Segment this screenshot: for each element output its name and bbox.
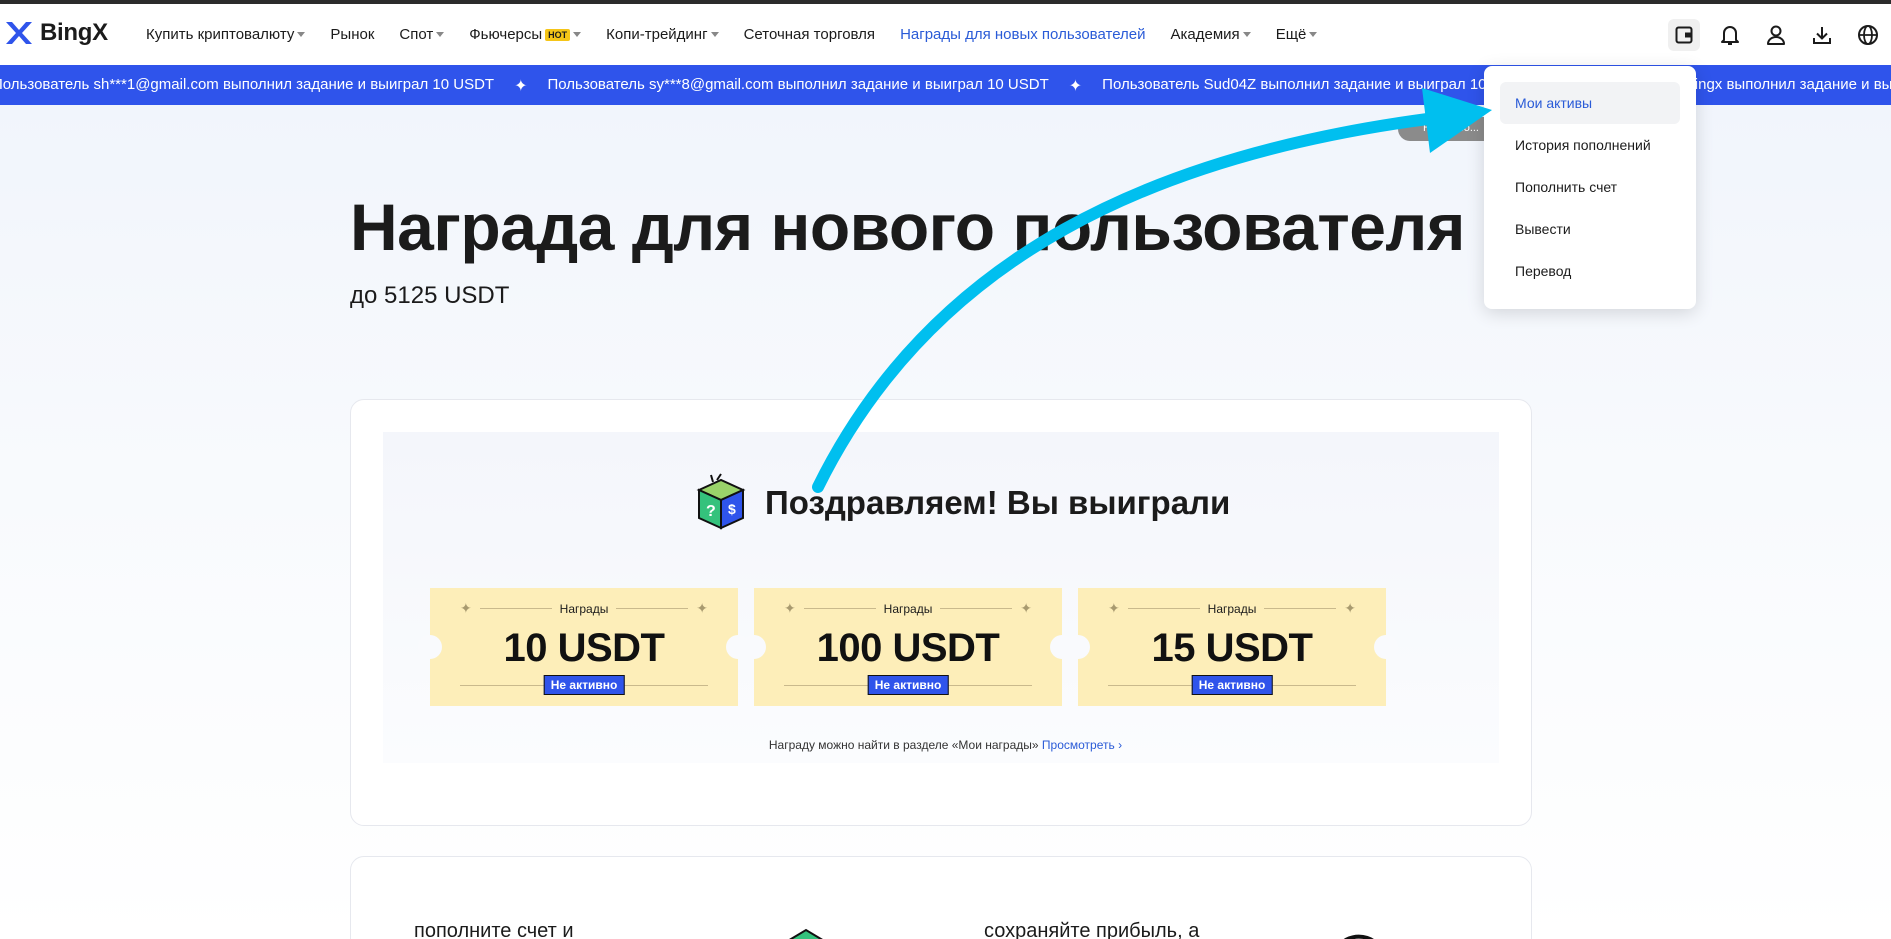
chevron-down-icon (573, 32, 582, 37)
page-title: Награда для нового пользователя (350, 190, 1465, 264)
bingx-logo[interactable]: BingX (4, 19, 108, 47)
logo-text: BingX (40, 19, 108, 46)
ticker-message: Пользователь sh***1@gmail.com выполнил з… (0, 76, 495, 93)
site-header: BingX Купить криптовалюту Рынок Спот Фью… (0, 4, 1891, 65)
reward-ticket: ✦ Награды ✦ 15 USDT Не активно (1066, 588, 1398, 706)
chevron-down-icon (436, 32, 445, 37)
sparkle-icon: ✦ (460, 600, 472, 616)
nav-label: Академия (1170, 26, 1240, 43)
ticket-header: Награды (1207, 601, 1257, 616)
nav-label: Копи-трейдинг (606, 26, 708, 43)
congrats-text: Поздравляем! Вы выиграли (765, 484, 1231, 521)
nav-spot[interactable]: Спот (399, 26, 445, 43)
menu-item-transfer[interactable]: Перевод (1500, 250, 1680, 292)
chevron-down-icon (1242, 32, 1251, 37)
nav-buy-crypto[interactable]: Купить криптовалюту (146, 26, 306, 43)
nav-label: Сеточная торговля (743, 26, 876, 43)
congrats-row: ? $ Поздравляем! Вы выиграли (691, 472, 1230, 534)
globe-icon[interactable] (1845, 12, 1891, 58)
nav-label: Рынок (330, 26, 375, 43)
nav-more[interactable]: Ещё (1276, 26, 1318, 43)
nav-academy[interactable]: Академия (1171, 26, 1251, 43)
reward-tickets: ✦ Награды ✦ 10 USDT Не активно ✦ Награды ✦ 1… (418, 588, 1398, 706)
reward-note: Награду можно найти в разделе «Мои награ… (0, 738, 1891, 752)
wallet-dropdown-menu: Мои активы История пополнений Пополнить … (1484, 66, 1696, 309)
ticker-message: Пользователь sy***8@gmail.com выполнил з… (547, 76, 1049, 93)
view-rewards-link[interactable]: Просмотреть › (1042, 738, 1122, 752)
chevron-down-icon (1309, 32, 1318, 37)
tooltip-badge: Новое со... (1398, 117, 1498, 141)
svg-text:?: ? (706, 503, 716, 520)
menu-item-deposit-history[interactable]: История пополнений (1500, 124, 1680, 166)
ticket-header: Награды (559, 601, 609, 616)
status-badge: Не активно (1191, 675, 1273, 695)
nav-grid-trading[interactable]: Сеточная торговля (744, 26, 876, 43)
menu-item-my-assets[interactable]: Мои активы (1500, 82, 1680, 124)
reward-note-text: Награду можно найти в разделе «Мои награ… (768, 738, 1039, 752)
step-text: сохраняйте прибыль, а (984, 920, 1200, 939)
page-subtitle: до 5125 USDT (350, 282, 510, 309)
wallet-icon[interactable] (1668, 18, 1700, 51)
nav-label: Награды для новых пользователей (900, 26, 1146, 43)
menu-item-deposit[interactable]: Пополнить счет (1500, 166, 1680, 208)
ticket-amount: 100 USDT (816, 626, 1000, 670)
nav-market[interactable]: Рынок (330, 26, 374, 43)
svg-text:$: $ (728, 501, 736, 517)
sparkle-icon: ✦ (1344, 600, 1357, 616)
ticket-amount: 15 USDT (1151, 626, 1314, 670)
nav-copy-trading[interactable]: Копи-трейдинг (606, 26, 719, 43)
nav-label: Ещё (1275, 26, 1307, 43)
cash-stack-icon (789, 928, 823, 939)
sparkle-icon: ✦ (784, 600, 796, 616)
step-text: пополните счет и (414, 920, 574, 939)
mystery-box-icon: ? $ (696, 473, 746, 530)
user-icon[interactable] (1753, 12, 1799, 58)
status-badge: Не активно (543, 675, 625, 695)
chevron-right-icon: › (1118, 738, 1123, 752)
sparkle-icon: ✦ (1068, 78, 1083, 95)
menu-item-withdraw[interactable]: Вывести (1500, 208, 1680, 250)
reward-ticket: ✦ Награды ✦ 100 USDT Не активно (742, 588, 1074, 706)
bingx-logo-icon (6, 22, 32, 44)
nav-label: Купить криптовалюту (146, 26, 295, 43)
bell-icon[interactable] (1707, 12, 1753, 58)
nav-new-user-rewards[interactable]: Награды для новых пользователей (900, 26, 1145, 43)
nav-label: Спот (399, 26, 434, 43)
main-nav: Купить криптовалюту Рынок Спот Фьючерсы H… (146, 4, 1342, 65)
steps-card: пополните счет и сохраняйте прибыль, а (350, 856, 1532, 939)
sparkle-icon: ✦ (1020, 600, 1033, 616)
sparkle-icon: ✦ (514, 78, 528, 95)
ticket-amount: 10 USDT (503, 626, 666, 670)
header-icons (1661, 4, 1891, 65)
reward-ticket: ✦ Награды ✦ 10 USDT Не активно (418, 588, 750, 706)
view-rewards-label: Просмотреть (1041, 738, 1115, 752)
hot-badge: HOT (545, 28, 571, 41)
chevron-down-icon (710, 32, 719, 37)
sparkle-icon: ✦ (1108, 600, 1120, 616)
status-badge: Не активно (867, 675, 949, 695)
refresh-icon (1343, 934, 1374, 939)
nav-label: Фьючерсы (469, 26, 543, 43)
nav-futures[interactable]: Фьючерсы HOT (469, 26, 582, 43)
ticket-header: Награды (883, 601, 933, 616)
chevron-down-icon (297, 32, 306, 37)
ticker-message: Пользователь Sud04Z выполнил задание и в… (1102, 76, 1532, 93)
download-icon[interactable] (1799, 12, 1845, 58)
sparkle-icon: ✦ (696, 600, 709, 616)
